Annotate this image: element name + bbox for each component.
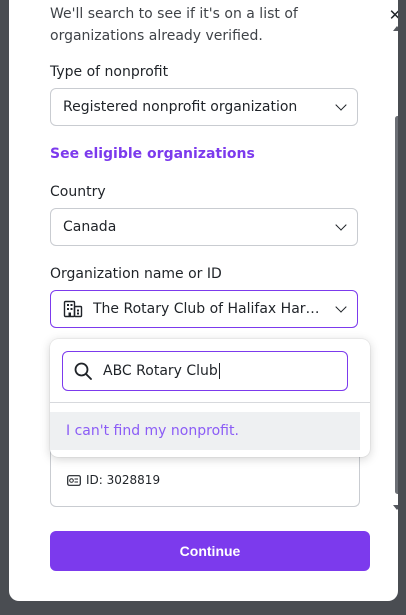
intro-line-1: We'll search to see if it's on a list of xyxy=(50,6,298,22)
organization-id: ID: 3028819 xyxy=(86,473,161,487)
scroll-up-arrow-icon[interactable] xyxy=(393,26,398,31)
organization-value: The Rotary Club of Halifax Harbour xyxy=(93,301,327,317)
nonprofit-type-select[interactable]: Registered nonprofit organization xyxy=(50,88,358,126)
eligible-organizations-link[interactable]: See eligible organizations xyxy=(50,146,255,162)
country-select[interactable]: Canada xyxy=(50,208,358,246)
organization-search-input[interactable]: ABC Rotary Club xyxy=(62,351,348,391)
cant-find-nonprofit-label: I can't find my nonprofit. xyxy=(66,423,239,439)
country-label: Country xyxy=(50,184,106,200)
search-icon xyxy=(74,362,92,380)
verification-modal: ✕ We'll search to see if it's on a list … xyxy=(9,0,398,601)
building-icon xyxy=(63,300,83,318)
scroll-down-arrow-icon[interactable] xyxy=(393,505,398,510)
close-icon[interactable]: ✕ xyxy=(386,6,398,24)
chevron-down-icon xyxy=(335,301,347,313)
cant-find-nonprofit-option[interactable]: I can't find my nonprofit. xyxy=(50,412,360,450)
organization-id-row: ID: 3028819 xyxy=(67,473,160,487)
organization-label: Organization name or ID xyxy=(50,266,222,282)
continue-button[interactable]: Continue xyxy=(50,531,370,571)
id-card-icon xyxy=(67,474,81,486)
intro-line-2: organizations already verified. xyxy=(50,28,263,44)
scrollbar[interactable] xyxy=(391,26,398,510)
text-caret xyxy=(218,363,220,379)
intro-text: We'll search to see if it's on a list of… xyxy=(50,3,380,47)
country-value: Canada xyxy=(63,219,117,235)
organization-dropdown: ABC Rotary Club I can't find my nonprofi… xyxy=(50,339,370,457)
nonprofit-type-label: Type of nonprofit xyxy=(50,64,169,80)
chevron-down-icon xyxy=(335,219,347,231)
dropdown-divider xyxy=(50,402,370,403)
nonprofit-type-value: Registered nonprofit organization xyxy=(63,99,298,115)
search-input-value: ABC Rotary Club xyxy=(103,363,218,379)
scrollbar-thumb[interactable] xyxy=(395,116,398,494)
organization-select[interactable]: The Rotary Club of Halifax Harbour xyxy=(50,290,358,328)
chevron-down-icon xyxy=(335,99,347,111)
